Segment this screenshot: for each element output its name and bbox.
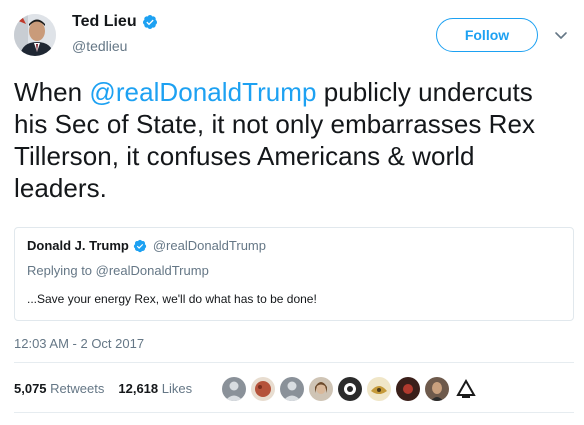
quoted-author-handle: @realDonaldTrump	[152, 238, 266, 253]
quoted-author-row: Donald J. Trump @realDonaldTrump	[27, 238, 266, 253]
author-name-row[interactable]: Ted Lieu	[72, 13, 158, 31]
verified-badge-icon	[142, 15, 157, 29]
author-handle[interactable]: @tedlieu	[72, 38, 127, 54]
likes-label: Likes	[161, 381, 193, 396]
liker-avatar[interactable]	[395, 376, 421, 402]
verified-badge-icon	[133, 239, 146, 252]
retweets-count: 5,075	[14, 381, 47, 396]
liker-avatar[interactable]	[250, 376, 276, 402]
liker-avatar[interactable]	[453, 376, 479, 402]
liker-avatar[interactable]	[337, 376, 363, 402]
divider	[14, 362, 574, 363]
liker-avatar[interactable]	[308, 376, 334, 402]
author-name[interactable]: Ted Lieu	[72, 13, 137, 31]
tweet-mention-link[interactable]: @realDonaldTrump	[89, 77, 316, 107]
divider	[14, 412, 574, 413]
liker-avatar[interactable]	[424, 376, 450, 402]
chevron-down-icon[interactable]	[554, 28, 568, 42]
retweets-label: Retweets	[50, 381, 105, 396]
tweet-text: When @realDonaldTrump publicly undercuts…	[14, 76, 559, 204]
tweet-timestamp[interactable]: 12:03 AM - 2 Oct 2017	[14, 336, 144, 351]
follow-button[interactable]: Follow	[436, 18, 538, 52]
retweets-stat[interactable]: 5,075 Retweets	[14, 381, 104, 396]
tweet-stats: 5,075 Retweets 12,618 Likes	[14, 381, 192, 396]
liker-avatar[interactable]	[366, 376, 392, 402]
likes-stat[interactable]: 12,618 Likes	[118, 381, 192, 396]
author-avatar[interactable]	[14, 14, 56, 56]
tweet-text-segment: When	[14, 77, 90, 107]
quoted-tweet-card[interactable]: Donald J. Trump @realDonaldTrump Replyin…	[14, 227, 574, 321]
likes-count: 12,618	[118, 381, 159, 396]
quoted-author-name: Donald J. Trump	[27, 238, 129, 253]
liker-avatar[interactable]	[221, 376, 247, 402]
quoted-replying-to: Replying to @realDonaldTrump	[27, 263, 209, 278]
quoted-tweet-text: ...Save your energy Rex, we'll do what h…	[27, 292, 317, 306]
liker-avatar[interactable]	[279, 376, 305, 402]
